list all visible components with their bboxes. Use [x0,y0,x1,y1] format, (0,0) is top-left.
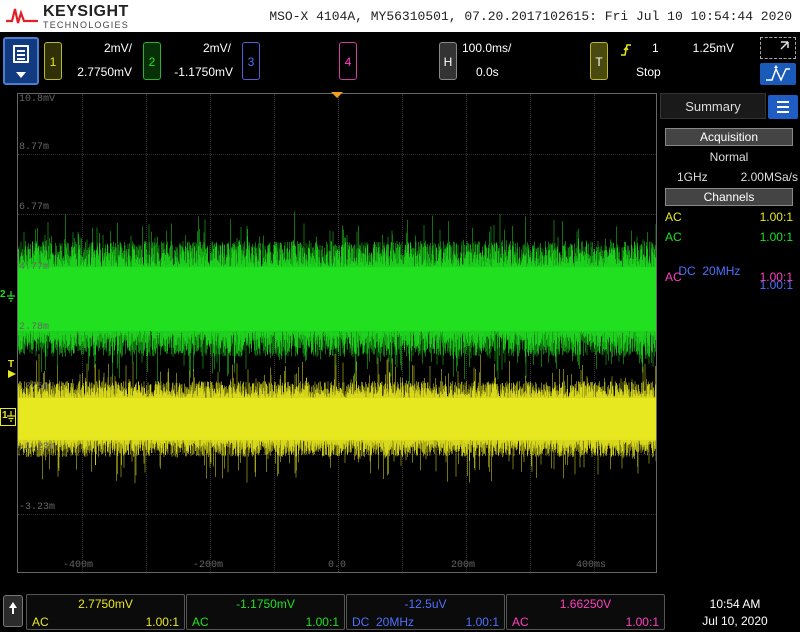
channel-1-button[interactable]: 1 [44,42,62,80]
channel-1-trace [18,353,656,484]
rising-edge-icon [621,44,631,56]
trigger-button[interactable]: T [590,42,608,80]
list-icon[interactable] [768,95,798,119]
waveform-display[interactable]: 10.8mV 8.77m 6.77m 4.77m 2.78m .775m -1.… [17,93,657,573]
channel-1-scale[interactable]: 2mV/ [70,41,132,55]
trigger-position-marker[interactable] [331,92,343,99]
channel-1-summary: AC 1.00:1 [665,210,793,224]
channel-2-summary: AC 1.00:1 [665,230,793,244]
expand-up-button[interactable] [3,595,23,627]
acquisition-mode: Normal [709,150,749,164]
y-tick-label: .775m [19,382,50,393]
summary-panel: Summary Acquisition Normal 1GHz 2.00MSa/… [660,93,800,573]
chevron-down-icon [16,72,26,78]
y-tick-label: -1.23m [19,442,56,453]
channel-4-summary: AC 1.00:1 [665,270,793,284]
channel-2-trace [18,211,656,385]
instrument-title: MSO-X 4104A, MY56310501, 07.20.201710261… [269,9,792,24]
acquisition-header[interactable]: Acquisition [665,128,793,146]
horizontal-button[interactable]: H [439,42,457,80]
clock-time: 10:54 AM [709,597,761,611]
ground-icon [7,411,15,422]
right-controls [760,37,796,85]
channel-3-button[interactable]: 3 [242,42,260,80]
channel-1-ground-marker[interactable]: 1 [0,408,16,426]
y-tick-label: 4.77m [19,262,50,273]
x-tick-label: -200m [193,560,224,571]
control-bar: 1 2mV/ 2.7750mV 2 2mV/ -1.1750mV 3 4 H 1… [0,32,800,90]
y-tick-label: 10.8mV [19,94,56,105]
trigger-level[interactable]: 1.25mV [678,41,734,55]
summary-tab[interactable]: Summary [660,93,766,119]
logo-name: KEYSIGHT [43,3,129,20]
x-tick-label: 200m [451,560,476,571]
y-tick-label: -3.23m [19,502,56,513]
y-tick-label: 2.78m [19,322,50,333]
channel-2-ground-marker[interactable]: 2 [0,289,16,305]
channel-1-offset[interactable]: 2.7750mV [66,65,132,79]
logo-subtitle: TECHNOLOGIES [43,20,129,30]
delay-value[interactable]: 0.0s [476,65,506,79]
channel-4-button[interactable]: 4 [339,42,357,80]
x-tick-label: 0.0 [328,560,347,571]
channel-2-status[interactable]: -1.1750mV AC 1.00:1 [186,594,345,630]
trigger-arrow-icon [8,370,16,378]
channel-4-status[interactable]: 1.66250V AC 1.00:1 [506,594,665,630]
trace-core [18,267,656,331]
trace-core [18,398,656,440]
waveform-mode-icon[interactable] [760,63,796,85]
keysight-logo: KEYSIGHT TECHNOLOGIES [6,3,156,30]
channel-2-offset[interactable]: -1.1750mV [161,65,233,79]
bottom-bar: 2.7750mV AC 1.00:1 -1.1750mV AC 1.00:1 -… [0,590,800,632]
document-icon [13,45,29,63]
zoom-icon[interactable] [760,37,796,59]
channel-2-scale[interactable]: 2mV/ [169,41,231,55]
x-tick-label: 400ms [576,560,607,571]
timebase-value[interactable]: 100.0ms/ [462,41,522,55]
y-tick-label: 6.77m [19,202,50,213]
channels-header[interactable]: Channels [665,188,793,206]
trigger-level-marker[interactable]: T [8,359,14,370]
channel-3-status[interactable]: -12.5uV DC 20MHz 1.00:1 [346,594,505,630]
y-tick-label: 8.77m [19,142,50,153]
waveform-traces [18,211,656,484]
ground-icon [7,291,15,302]
title-bar: KEYSIGHT TECHNOLOGIES MSO-X 4104A, MY563… [0,0,800,32]
channel-2-button[interactable]: 2 [143,42,161,80]
channel-1-status[interactable]: 2.7750mV AC 1.00:1 [26,594,185,630]
clock-date: Jul 10, 2020 [702,614,768,628]
x-tick-label: -400m [63,560,94,571]
main-menu-button[interactable] [3,37,39,85]
run-status: Stop [636,65,661,79]
keysight-wave-icon [6,8,38,24]
trigger-source[interactable]: 1 [652,41,664,55]
